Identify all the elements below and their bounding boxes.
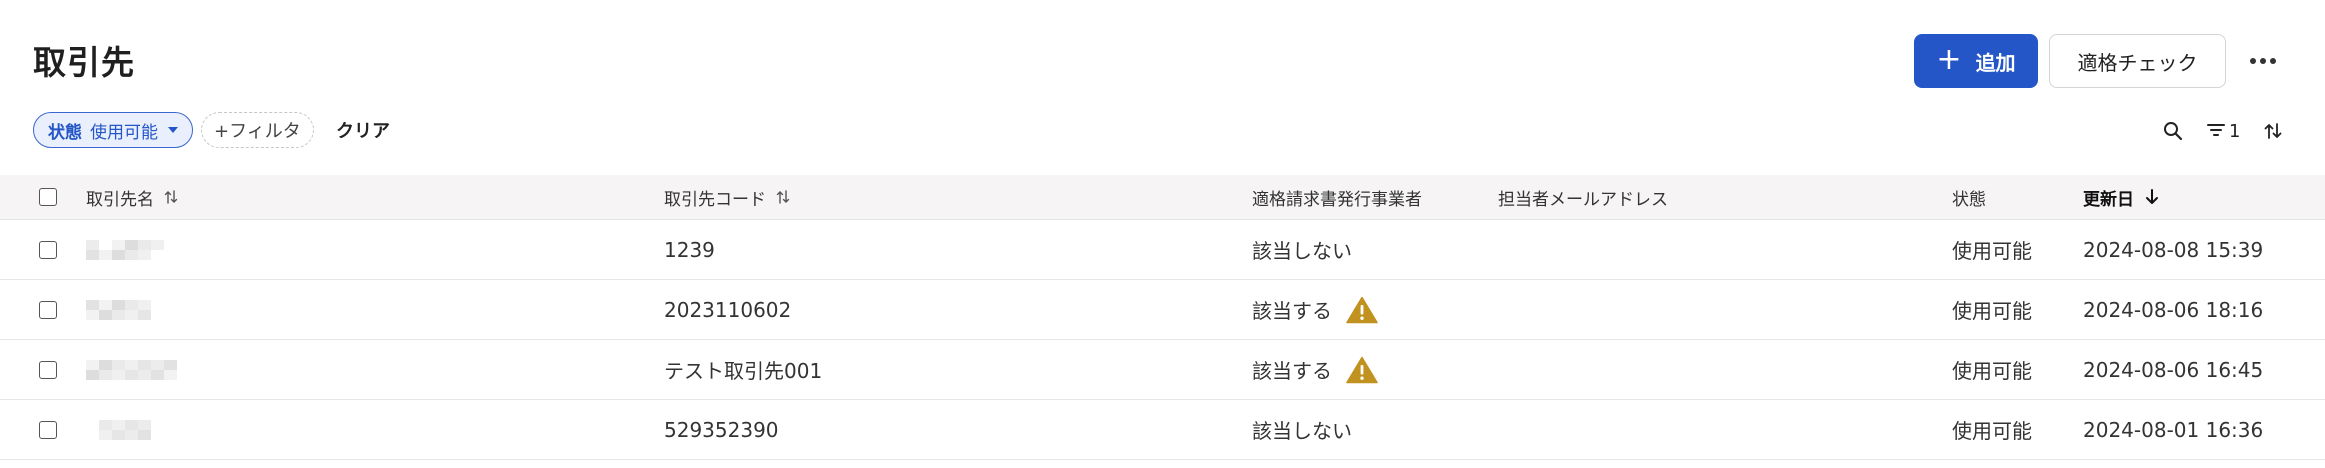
status-cell: 使用可能 [1952,359,2032,383]
checkbox[interactable] [39,360,57,379]
partner-name-cell[interactable] [86,280,164,339]
status-cell: 使用可能 [1952,419,2032,443]
qualified-value: 該当しない [1252,239,1352,263]
partner-name-cell[interactable] [86,340,177,399]
status-filter-chip[interactable]: 状態 使用可能 [33,112,193,148]
updated-cell: 2024-08-08 15:39 [2083,237,2264,262]
table-header: 取引先名 取引先コード 適格請求書発行事業者 担当者メールアドレス 状態 更新日 [0,175,2325,220]
table-row[interactable]: 2023110602 該当する 使用可能 2024-08-06 18:16 [0,280,2325,340]
page-title: 取引先 [33,43,135,82]
sort-icon[interactable] [776,189,790,205]
filter-lines-icon [2207,121,2225,142]
checkbox[interactable] [39,300,57,319]
status-cell: 使用可能 [1952,299,2032,323]
qualified-value: 該当する [1252,299,1332,323]
column-header-name-label: 取引先名 [86,189,154,210]
row-checkbox[interactable] [39,400,57,459]
more-options-button[interactable] [2246,44,2280,78]
more-dot [2270,58,2276,64]
more-dot [2260,58,2266,64]
column-header-updated-label: 更新日 [2083,189,2134,210]
plus-icon: + [1936,41,1962,77]
updated-cell: 2024-08-06 16:45 [2083,357,2264,382]
qualified-cell: 該当する [1252,340,1378,399]
row-checkbox[interactable] [39,340,57,399]
redacted-name-mosaic [86,359,177,380]
partner-name-cell[interactable] [86,220,164,279]
table-row[interactable]: テスト取引先001 該当する 使用可能 2024-08-06 16:45 [0,340,2325,400]
status-filter-value: 使用可能 [90,122,158,143]
column-header-code-label: 取引先コード [664,189,766,210]
sort-icon[interactable] [164,189,178,205]
filter-toggle-button[interactable]: 1 [2207,118,2240,144]
partners-table: 取引先名 取引先コード 適格請求書発行事業者 担当者メールアドレス 状態 更新日… [0,175,2325,460]
checkbox[interactable] [39,240,57,259]
more-horizontal-icon [2250,58,2256,64]
qualified-value: 該当しない [1252,419,1352,443]
updated-cell: 2024-08-06 18:16 [2083,297,2264,322]
qualified-value: 該当する [1252,359,1332,383]
qualified-cell: 該当しない [1252,220,1352,279]
column-header-code[interactable]: 取引先コード [664,175,790,219]
table-row[interactable]: 1239 該当しない 使用可能 2024-08-08 15:39 [0,220,2325,280]
partner-name-cell[interactable] [86,400,164,459]
status-cell: 使用可能 [1952,239,2032,263]
qualified-cell: 該当しない [1252,400,1352,459]
row-checkbox[interactable] [39,280,57,339]
qualified-cell: 該当する [1252,280,1378,339]
search-icon[interactable] [2163,118,2183,144]
add-button-label: 追加 [1975,50,2016,75]
partner-code-cell: テスト取引先001 [664,359,823,383]
filter-count: 1 [2229,120,2241,142]
updated-cell: 2024-08-01 16:36 [2083,417,2264,442]
arrow-down-icon[interactable] [2144,188,2160,206]
add-filter-button[interactable]: +フィルタ [201,112,314,148]
column-header-email[interactable]: 担当者メールアドレス [1498,175,1668,219]
redacted-name-mosaic [86,299,164,320]
table-body: 1239 該当しない 使用可能 2024-08-08 15:39 2023110602 該… [0,220,2325,460]
warning-icon[interactable] [1346,296,1378,324]
checkbox[interactable] [39,188,57,206]
row-checkbox[interactable] [39,220,57,279]
column-header-status[interactable]: 状態 [1952,175,1986,219]
partner-code-cell: 529352390 [664,417,779,442]
checkbox[interactable] [39,420,57,439]
select-all-checkbox[interactable] [39,175,57,219]
table-row[interactable]: 529352390 該当しない 使用可能 2024-08-01 16:36 [0,400,2325,460]
partner-code-cell: 2023110602 [664,297,792,322]
qualification-check-button[interactable]: 適格チェック [2049,34,2226,88]
redacted-name-mosaic [86,419,164,440]
sort-arrows-icon[interactable] [2263,118,2283,144]
caret-down-icon [168,127,178,133]
clear-filters-button[interactable]: クリア [336,117,390,143]
partner-code-cell: 1239 [664,237,715,262]
qualification-check-label: 適格チェック [2077,50,2198,75]
redacted-name-mosaic [86,239,164,260]
status-filter-key: 状態 [48,122,82,143]
warning-icon[interactable] [1346,356,1378,384]
column-header-qualified[interactable]: 適格請求書発行事業者 [1252,175,1422,219]
add-button[interactable]: + 追加 [1914,34,2038,88]
column-header-updated[interactable]: 更新日 [2083,175,2160,219]
column-header-name[interactable]: 取引先名 [86,175,178,219]
